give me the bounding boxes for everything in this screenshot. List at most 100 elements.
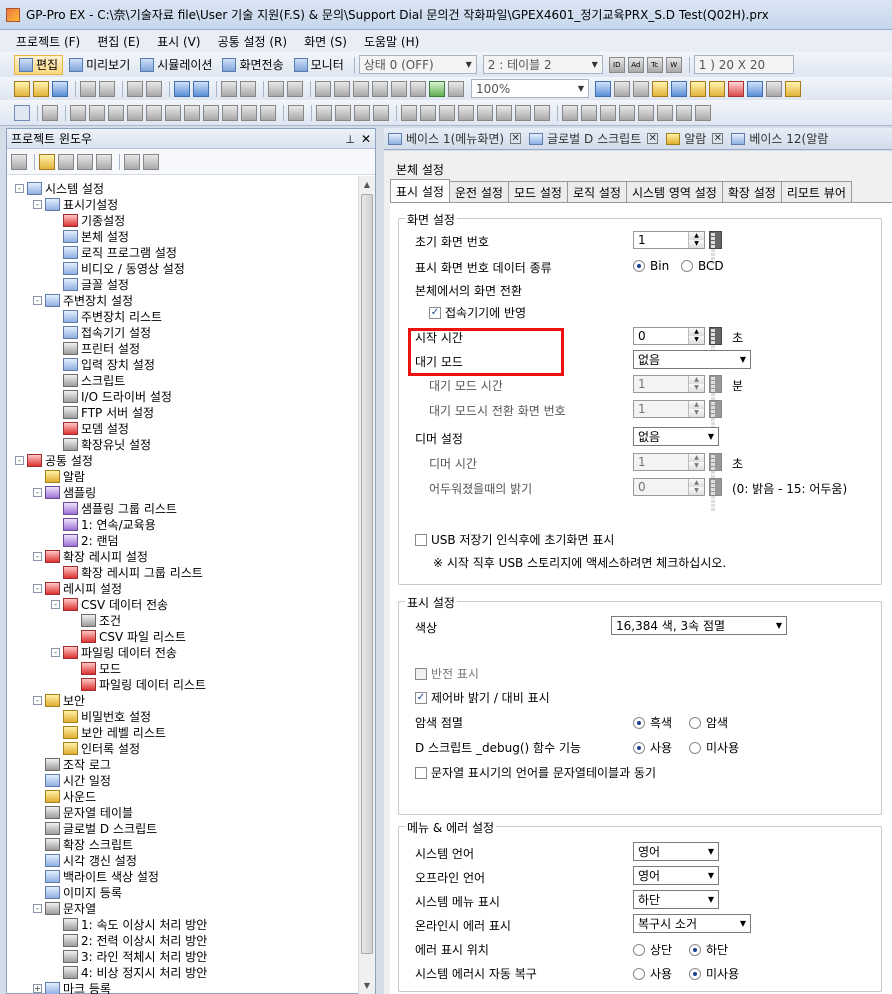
menu-edit[interactable]: 편집 (E) bbox=[97, 33, 140, 50]
delete-icon[interactable] bbox=[410, 80, 426, 97]
tab-system-area-settings[interactable]: 시스템 영역 설정 bbox=[625, 181, 723, 202]
collapse-icon[interactable]: - bbox=[33, 695, 42, 705]
edit-mode-button[interactable]: 편집 bbox=[14, 54, 64, 75]
keypad-icon[interactable] bbox=[709, 231, 722, 264]
auto-recover-unused-radio[interactable]: 미사용 bbox=[689, 965, 739, 982]
pencil-icon[interactable] bbox=[747, 80, 763, 97]
tree-item[interactable]: - CSV 데이터 전송 bbox=[51, 596, 168, 612]
tree-item[interactable]: - 문자열 bbox=[33, 900, 96, 916]
color-select[interactable]: 16,384 색, 3속 점멸 ▼ bbox=[611, 616, 787, 635]
tree-item[interactable]: 보안 레벨 리스트 bbox=[51, 724, 166, 740]
text-icon[interactable] bbox=[42, 104, 58, 121]
group-icon[interactable] bbox=[562, 104, 578, 121]
collapse-icon[interactable]: - bbox=[33, 487, 42, 497]
zoom-combo[interactable]: 100% ▼ bbox=[471, 79, 589, 98]
reflect-device-checkbox[interactable]: ✓ 접속기기에 반영 bbox=[429, 304, 526, 321]
tree-item[interactable]: 확장유닛 설정 bbox=[51, 436, 151, 452]
polygon-icon[interactable] bbox=[146, 104, 162, 121]
keypad-icon[interactable] bbox=[709, 400, 722, 433]
collapse-icon[interactable]: - bbox=[51, 647, 60, 657]
info-icon[interactable] bbox=[728, 80, 744, 97]
tab-remote-viewer[interactable]: 리모트 뷰어 bbox=[780, 181, 852, 202]
system-menu-select[interactable]: 하단 ▼ bbox=[633, 890, 719, 909]
spin-buttons[interactable]: ▲ ▼ bbox=[688, 401, 704, 417]
tree-item[interactable]: 로직 프로그램 설정 bbox=[51, 244, 177, 260]
tree-item[interactable]: 모드 bbox=[69, 660, 121, 676]
tree-item[interactable]: - 주변장치 설정 bbox=[33, 292, 133, 308]
keypad-icon[interactable] bbox=[709, 478, 722, 511]
tree-item[interactable]: 2: 랜덤 bbox=[51, 532, 119, 548]
collapse-icon[interactable]: - bbox=[51, 599, 60, 609]
switch-icon[interactable] bbox=[335, 104, 351, 121]
list-icon[interactable] bbox=[671, 80, 687, 97]
table-combo[interactable]: 2 : 테이블 2 ▼ bbox=[482, 55, 603, 74]
tree-item[interactable]: 모뎀 설정 bbox=[51, 420, 129, 436]
tree-item[interactable]: 주변장치 리스트 bbox=[51, 308, 162, 324]
arc-icon[interactable] bbox=[184, 104, 200, 121]
keypad-icon[interactable] bbox=[709, 375, 722, 408]
lock-icon[interactable] bbox=[652, 80, 668, 97]
snap-icon[interactable] bbox=[633, 80, 649, 97]
dark-brightness-input[interactable]: 0 ▲ ▼ bbox=[633, 478, 705, 496]
tree-item[interactable]: 샘플링 그룹 리스트 bbox=[51, 500, 177, 516]
delete-screen-icon[interactable] bbox=[96, 153, 112, 170]
error-top-radio[interactable]: 상단 bbox=[633, 941, 672, 958]
expand-icon[interactable]: + bbox=[33, 983, 42, 993]
grid-icon[interactable] bbox=[614, 80, 630, 97]
preview-button[interactable]: 미리보기 bbox=[65, 55, 134, 75]
settings-icon[interactable] bbox=[766, 80, 782, 97]
menu-project[interactable]: 프로젝트 (F) bbox=[16, 33, 80, 50]
tree-item[interactable]: 1: 연속/교육용 bbox=[51, 516, 156, 532]
screen-new-icon[interactable] bbox=[174, 80, 190, 97]
collapse-icon[interactable]: - bbox=[33, 295, 42, 305]
monitor-button[interactable]: 모니터 bbox=[290, 55, 348, 75]
tree-item[interactable]: 확장 스크립트 bbox=[33, 836, 133, 852]
tree-item[interactable]: + 마크 등록 bbox=[33, 980, 111, 994]
tree-item[interactable]: - 파일링 데이터 전송 bbox=[51, 644, 177, 660]
tree-item[interactable]: - 표시기설정 bbox=[33, 196, 118, 212]
tree-item[interactable]: 인터록 설정 bbox=[51, 740, 140, 756]
keypad-icon[interactable] bbox=[709, 453, 722, 486]
list-view-icon[interactable] bbox=[143, 153, 159, 170]
transfer-button[interactable]: 화면전송 bbox=[218, 55, 287, 75]
save-icon[interactable] bbox=[52, 80, 68, 97]
state-combo[interactable]: 상태 0 (OFF) ▼ bbox=[358, 55, 477, 74]
rectangle-icon[interactable] bbox=[127, 104, 143, 121]
tree-item[interactable]: FTP 서버 설정 bbox=[51, 404, 154, 420]
scroll-up-icon[interactable]: ▲ bbox=[359, 176, 375, 193]
flip-icon[interactable] bbox=[638, 104, 654, 121]
open-icon[interactable] bbox=[33, 80, 49, 97]
pin-icon[interactable]: ⊥ bbox=[345, 133, 355, 146]
tree-item[interactable]: 1: 속도 이상시 처리 방안 bbox=[51, 916, 207, 932]
bcd-radio[interactable]: BCD bbox=[681, 259, 724, 273]
lamp-icon[interactable] bbox=[316, 104, 332, 121]
collapse-icon[interactable]: - bbox=[33, 583, 42, 593]
tag-icon[interactable] bbox=[690, 80, 706, 97]
duplicate-icon[interactable] bbox=[391, 80, 407, 97]
spin-buttons[interactable]: ▲ ▼ bbox=[688, 454, 704, 470]
standby-time-input[interactable]: 1 ▲ ▼ bbox=[633, 375, 705, 393]
menu-help[interactable]: 도움말 (H) bbox=[364, 33, 419, 50]
menu-view[interactable]: 표시 (V) bbox=[157, 33, 200, 50]
tree-item[interactable]: CSV 파일 리스트 bbox=[69, 628, 186, 644]
tab-logic-settings[interactable]: 로직 설정 bbox=[566, 181, 627, 202]
close-icon[interactable]: ✕ bbox=[510, 133, 522, 144]
message-icon[interactable] bbox=[515, 104, 531, 121]
tree-item[interactable]: 4: 비상 정지시 처리 방안 bbox=[51, 964, 207, 980]
tree-scrollbar[interactable]: ▲ ▼ bbox=[358, 176, 375, 994]
address-display-button[interactable]: Ad bbox=[627, 56, 644, 73]
edit-pencil-icon[interactable] bbox=[39, 153, 55, 170]
tree-item[interactable]: 2: 전력 이상시 처리 방안 bbox=[51, 932, 207, 948]
standby-screen-input[interactable]: 1 ▲ ▼ bbox=[633, 400, 705, 418]
bin-radio[interactable]: Bin bbox=[633, 259, 669, 273]
online-error-select[interactable]: 복구시 소거 ▼ bbox=[633, 914, 751, 933]
paste-screen-icon[interactable] bbox=[124, 153, 140, 170]
tree-item[interactable]: 확장 레시피 그룹 리스트 bbox=[51, 564, 203, 580]
redo-icon[interactable] bbox=[287, 80, 303, 97]
layer2-icon[interactable] bbox=[240, 80, 256, 97]
table-icon[interactable] bbox=[288, 104, 304, 121]
check-icon[interactable] bbox=[429, 80, 445, 97]
start-time-input[interactable]: 0 ▲ ▼ bbox=[633, 327, 705, 345]
menu-common-settings[interactable]: 공통 설정 (R) bbox=[218, 33, 288, 50]
print-icon[interactable] bbox=[80, 80, 96, 97]
